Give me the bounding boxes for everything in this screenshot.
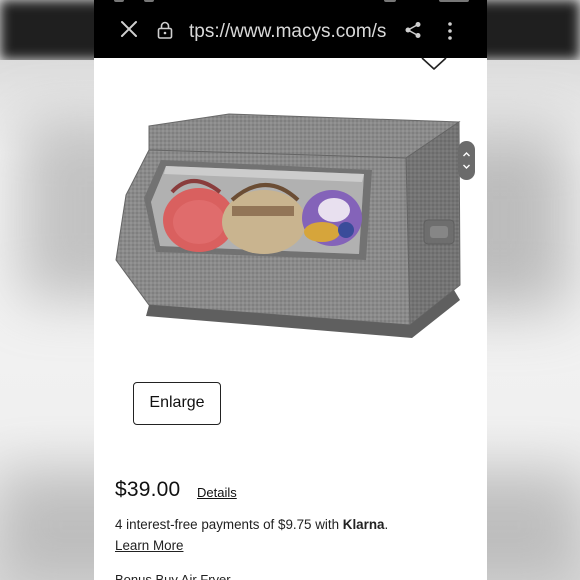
klarna-brand: Klarna	[342, 517, 385, 532]
address-bar[interactable]: tps://www.macys.com/s	[189, 20, 386, 44]
share-icon[interactable]	[404, 21, 422, 39]
wishlist-heart-icon[interactable]	[420, 54, 448, 72]
product-price: $39.00	[115, 478, 181, 501]
image-scroll-handle[interactable]	[458, 141, 475, 180]
more-vertical-icon[interactable]	[446, 21, 454, 41]
enlarge-button[interactable]: Enlarge	[133, 382, 221, 425]
product-image[interactable]	[114, 110, 464, 345]
price-details-link[interactable]: Details	[197, 485, 237, 500]
learn-more-link[interactable]: Learn More	[115, 538, 183, 553]
installments-period: .	[384, 517, 389, 532]
chevron-up-icon	[463, 152, 470, 157]
lock-icon[interactable]	[157, 21, 173, 39]
close-icon[interactable]	[120, 20, 138, 38]
browser-toolbar: tps://www.macys.com/s	[94, 0, 487, 58]
bonus-buy-promo[interactable]: Bonus Buy Air Fryer	[115, 572, 231, 580]
phone-screen: tps://www.macys.com/s Enlarge $39.00 Det…	[94, 0, 487, 580]
installments-copy: 4 interest-free payments of $9.75 with	[115, 517, 340, 532]
chevron-down-icon	[463, 164, 470, 169]
installments-text: 4 interest-free payments of $9.75 with K…	[115, 517, 388, 532]
